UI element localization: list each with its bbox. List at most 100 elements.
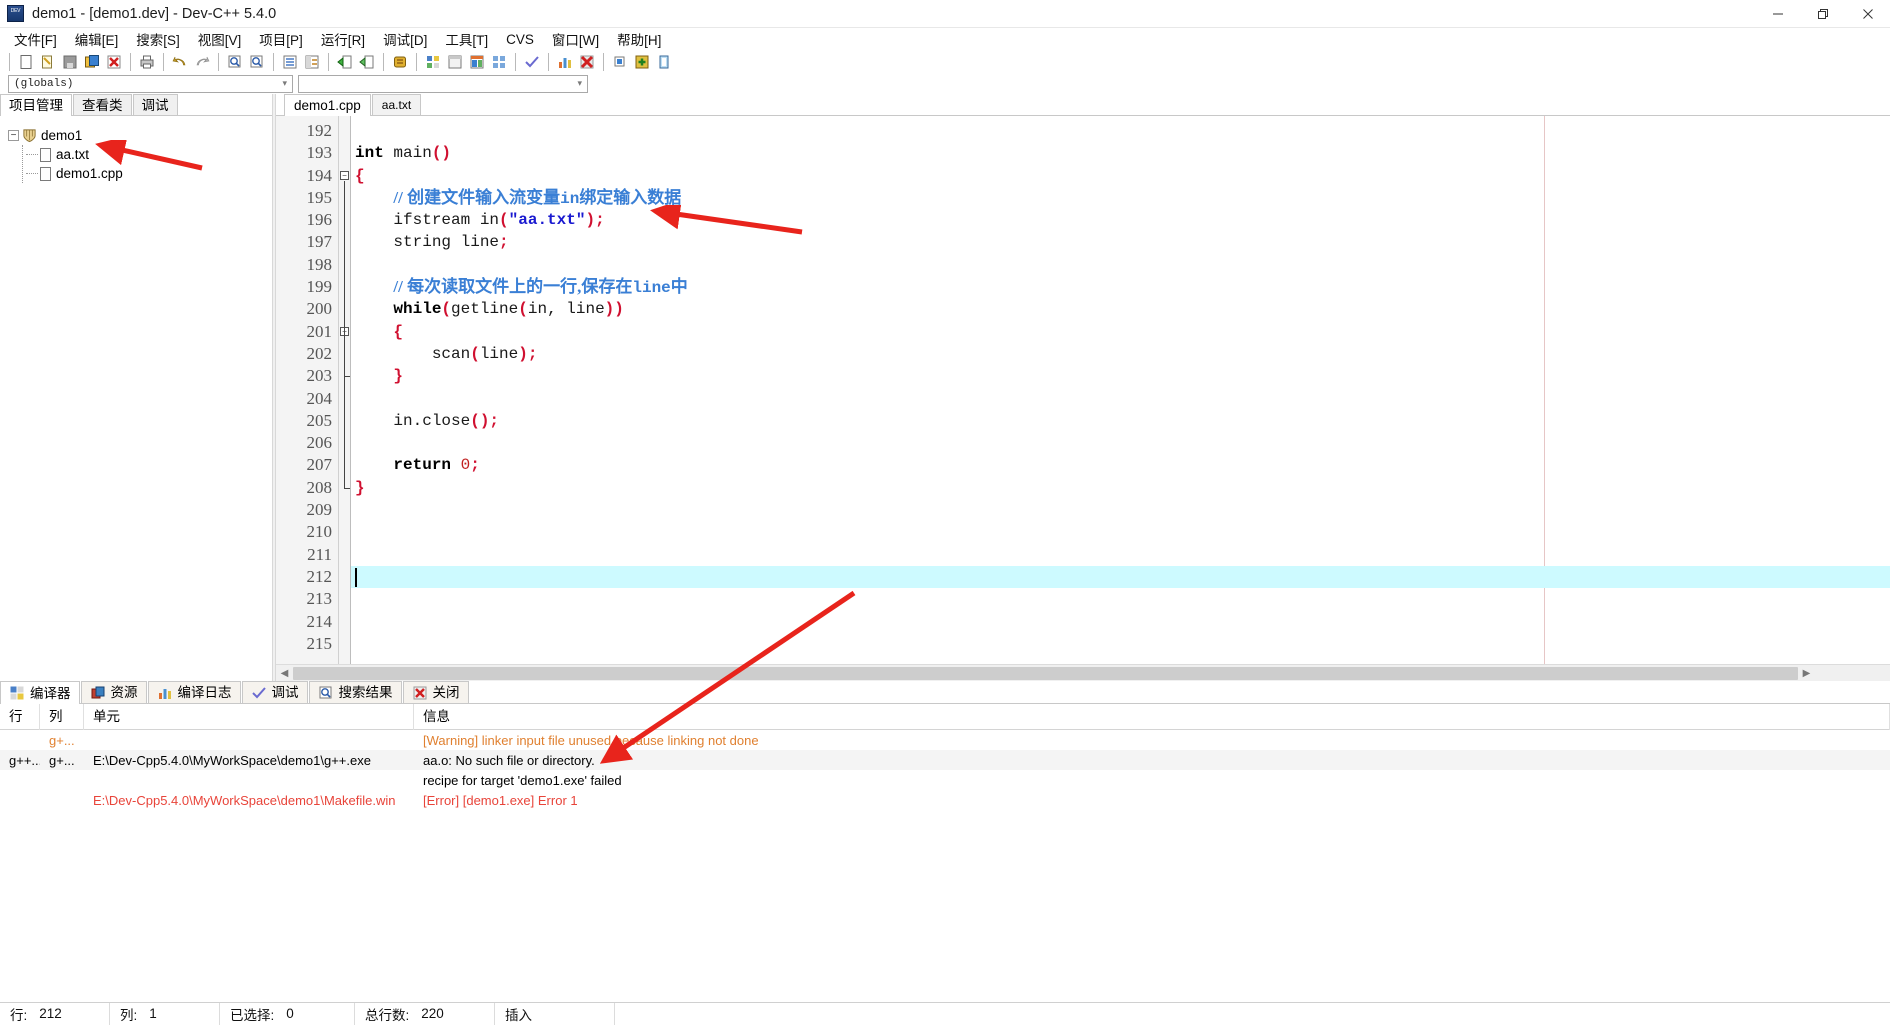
help-icon[interactable] [653,51,675,73]
editor-tab-demo1-cpp[interactable]: demo1.cpp [284,94,371,116]
table-row[interactable] [0,810,1890,830]
compile-icon[interactable] [334,51,356,73]
goto-line-icon[interactable] [279,51,301,73]
scroll-right-icon[interactable]: ▶ [1798,666,1815,681]
scrollbar-thumb[interactable] [293,666,1798,680]
column-header-message[interactable]: 信息 [414,703,1890,730]
bottom-tab-compiler[interactable]: 编译器 [0,681,80,704]
new-file-icon[interactable] [15,51,37,73]
status-total-lines-label: 总行数: [365,1007,410,1023]
bottom-tab-close[interactable]: 关闭 [402,681,469,703]
tree-node-root[interactable]: − demo1 [8,126,272,145]
table-row[interactable]: g+... [Warning] linker input file unused … [0,730,1890,750]
code-line[interactable] [351,544,1890,566]
collapse-toggle-icon[interactable]: − [8,130,19,141]
project-options-icon[interactable] [422,51,444,73]
code-line[interactable]: } [351,365,1890,387]
stop-icon[interactable] [389,51,411,73]
menu-tools[interactable]: 工具[T] [436,27,497,51]
code-line[interactable]: } [351,477,1890,499]
code-line[interactable]: // 创建文件输入流变量in绑定输入数据 [351,187,1890,209]
line-number: 198 [306,254,333,274]
column-header-unit[interactable]: 单元 [84,703,414,730]
table-row[interactable]: E:\Dev-Cpp5.4.0\MyWorkSpace\demo1\Makefi… [0,790,1890,810]
fold-collapse-icon[interactable]: − [340,170,349,180]
code-line-current[interactable] [351,565,1890,589]
menu-edit[interactable]: 编辑[E] [66,27,128,51]
bottom-tab-resource[interactable]: 资源 [80,681,147,703]
code-line[interactable]: { [351,165,1890,187]
profile-icon[interactable] [554,51,576,73]
column-header-col[interactable]: 列 [40,703,84,730]
print-icon[interactable] [136,51,158,73]
code-line[interactable] [351,588,1890,610]
code-line[interactable] [351,388,1890,410]
close-file-icon[interactable] [103,51,125,73]
grid-icon[interactable] [488,51,510,73]
bottom-tab-compile-log[interactable]: 编译日志 [147,681,241,703]
bottom-tab-debug[interactable]: 调试 [241,681,308,703]
replace-icon[interactable] [301,51,323,73]
tree-node-demo1-cpp[interactable]: demo1.cpp [8,164,272,183]
menu-search[interactable]: 搜索[S] [127,27,189,51]
menu-cvs[interactable]: CVS [497,30,543,49]
save-all-icon[interactable] [81,51,103,73]
menu-project[interactable]: 项目[P] [250,27,312,51]
tree-node-aa-txt[interactable]: aa.txt [8,145,272,164]
code-line[interactable]: in.close(); [351,410,1890,432]
syntax-check-icon[interactable] [521,51,543,73]
table-row[interactable]: g++.... g+... E:\Dev-Cpp5.4.0\MyWorkSpace\… [0,750,1890,770]
insert-icon[interactable] [609,51,631,73]
code-line[interactable] [351,499,1890,521]
code-line[interactable] [351,432,1890,454]
scroll-left-icon[interactable]: ◀ [276,666,293,681]
code-line[interactable] [351,633,1890,655]
minimize-button[interactable] [1755,0,1800,28]
toggle-icon[interactable] [631,51,653,73]
code-line[interactable] [351,254,1890,276]
window-icon[interactable] [444,51,466,73]
code-line[interactable]: ifstream in("aa.txt"); [351,209,1890,231]
tab-project-manager[interactable]: 项目管理 [0,94,72,116]
line-number: 213 [306,589,333,609]
undo-icon[interactable] [169,51,191,73]
menu-file[interactable]: 文件[F] [5,27,66,51]
restore-button[interactable] [1800,0,1845,28]
table-row[interactable]: recipe for target 'demo1.exe' failed [0,770,1890,790]
scope-combobox[interactable]: (globals) ▾ [8,75,293,93]
compile-run-icon[interactable] [356,51,378,73]
code-line[interactable] [351,120,1890,142]
editor-tab-aa-txt[interactable]: aa.txt [371,94,422,115]
save-file-icon[interactable] [59,51,81,73]
bottom-tab-search-results[interactable]: 搜索结果 [308,681,402,703]
code-line[interactable]: scan(line); [351,343,1890,365]
code-line[interactable]: string line; [351,231,1890,253]
tab-debug[interactable]: 调试 [132,94,178,115]
debug-stop-icon[interactable] [576,51,598,73]
find-icon[interactable] [224,51,246,73]
menu-run[interactable]: 运行[R] [312,27,374,51]
tab-class-browser[interactable]: 查看类 [73,94,132,115]
code-line[interactable]: { [351,321,1890,343]
code-line[interactable] [351,611,1890,633]
find-next-icon[interactable] [246,51,268,73]
code-folding-strip[interactable]: −− [339,116,351,664]
redo-icon[interactable] [191,51,213,73]
member-combobox[interactable]: ▾ [298,75,588,93]
code-line[interactable]: return 0; [351,454,1890,476]
layout-icon[interactable] [466,51,488,73]
menu-debug[interactable]: 调试[D] [374,27,436,51]
code-line[interactable]: int main() [351,142,1890,164]
menu-help[interactable]: 帮助[H] [608,27,670,51]
menu-view[interactable]: 视图[V] [189,27,251,51]
menu-window[interactable]: 窗口[W] [543,27,608,51]
code-line[interactable] [351,521,1890,543]
code-line[interactable]: while(getline(in, line)) [351,298,1890,320]
code-line[interactable]: // 每次读取文件上的一行,保存在line中 [351,276,1890,298]
open-file-icon[interactable] [37,51,59,73]
code-text-area[interactable]: int main(){ // 创建文件输入流变量in绑定输入数据 ifstrea… [351,116,1890,664]
column-header-line[interactable]: 行 [0,703,40,730]
close-button[interactable] [1845,0,1890,28]
code-editor[interactable]: 192 193 194 195 196 197 198 199 200 201 202 203 204 2… [276,116,1890,664]
editor-horizontal-scrollbar[interactable]: ◀ ▶ [276,664,1890,681]
